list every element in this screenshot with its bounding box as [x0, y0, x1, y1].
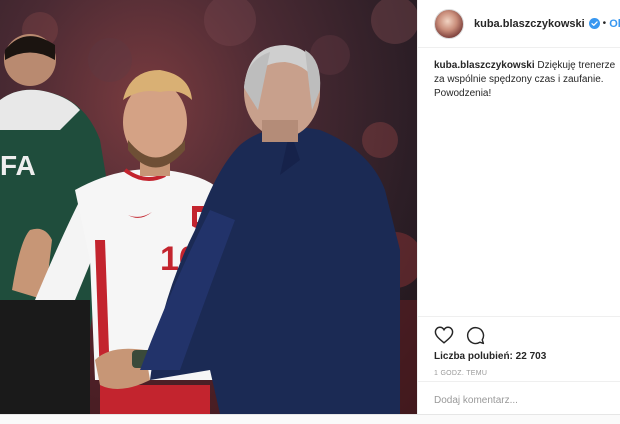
- post-photo[interactable]: FA 16: [0, 0, 417, 414]
- comment-input[interactable]: [434, 392, 609, 408]
- action-bar: [434, 326, 485, 345]
- avatar[interactable]: [434, 8, 464, 39]
- caption-username[interactable]: kuba.blaszczykowski: [434, 60, 535, 71]
- comment-box: [418, 381, 620, 415]
- comment-icon[interactable]: [466, 326, 485, 345]
- separator-dot: •: [602, 18, 607, 29]
- post-timestamp[interactable]: 1 GODZ. TEMU: [434, 370, 487, 377]
- verified-badge-icon: [588, 18, 600, 29]
- post-photo-illustration: FA 16: [0, 0, 417, 414]
- bib-text: FA: [0, 150, 36, 181]
- heart-icon[interactable]: [434, 326, 454, 344]
- header-username[interactable]: kuba.blaszczykowski: [474, 18, 585, 30]
- likes-count[interactable]: Liczba polubień: 22 703: [434, 351, 546, 362]
- follow-button[interactable]: Obserwuj: [609, 18, 620, 30]
- post-header: kuba.blaszczykowski • Obserwuj: [418, 0, 620, 48]
- post-side-panel: kuba.blaszczykowski • Obserwuj kuba.blas…: [417, 0, 620, 414]
- bottom-strip: [0, 414, 620, 424]
- post-footer: Liczba polubień: 22 703 1 GODZ. TEMU: [418, 316, 620, 414]
- post-caption: kuba.blaszczykowski Dziękuję trenerze za…: [434, 59, 620, 101]
